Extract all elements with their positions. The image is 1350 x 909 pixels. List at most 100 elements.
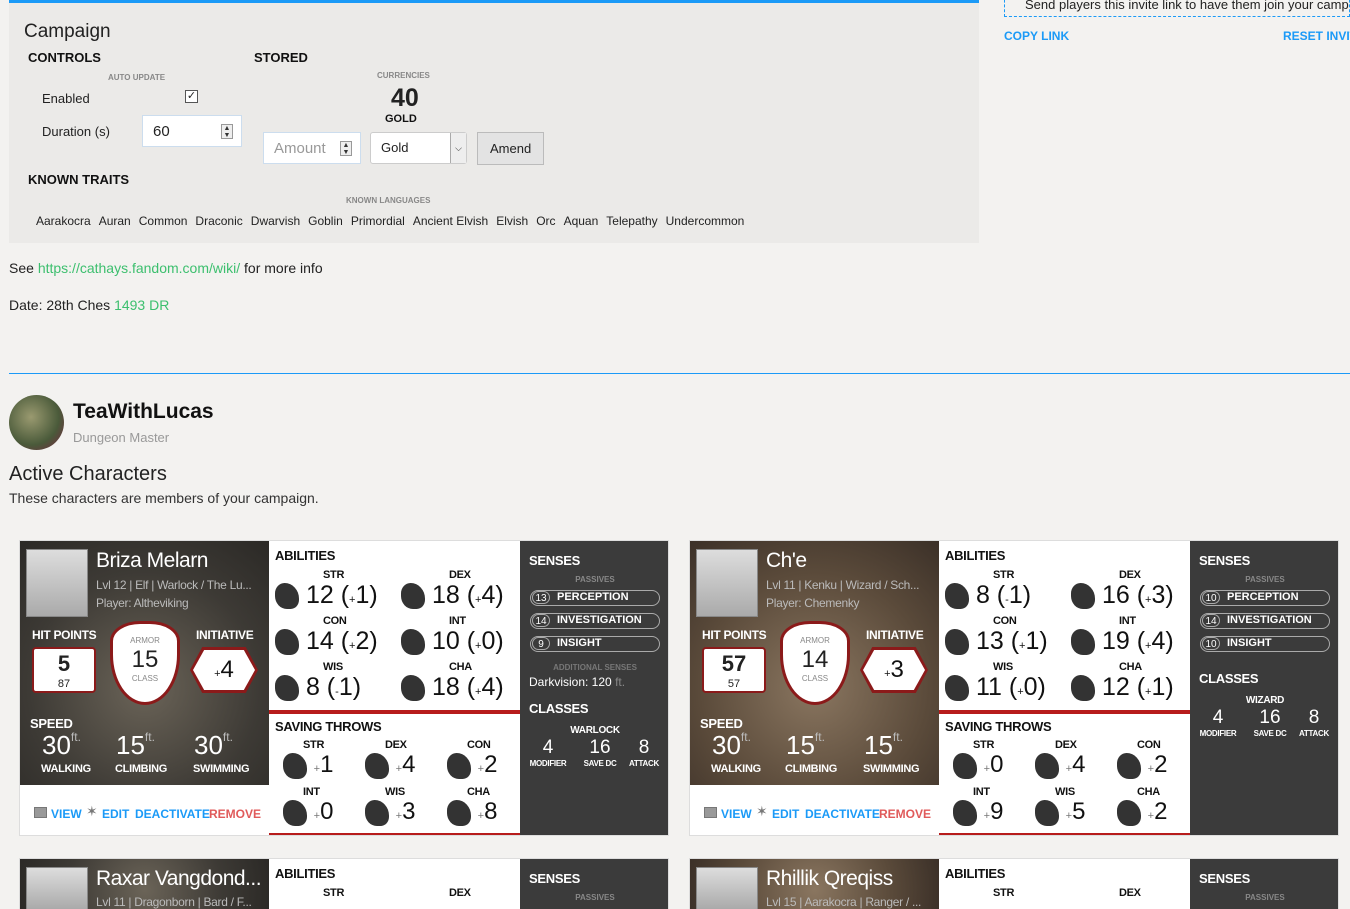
save-wis[interactable]: +3 <box>365 798 415 826</box>
remove-button[interactable]: REMOVE <box>879 807 931 821</box>
abilities-panel: ABILITIES STR DEX <box>939 859 1190 909</box>
ability-score: 8 <box>305 673 320 701</box>
bull-icon <box>275 583 299 610</box>
save-cha[interactable]: +2 <box>1117 798 1167 826</box>
passive-label: INSIGHT <box>1227 637 1272 649</box>
save-wis[interactable]: +5 <box>1035 798 1085 826</box>
character-name[interactable]: Ch'e <box>766 549 807 573</box>
ability-con[interactable]: 13 (+1) <box>945 627 1048 656</box>
reset-invite-button[interactable]: RESET INVITE <box>1283 29 1350 43</box>
abilities-panel: ABILITIES STR 12 (+1) DEX 18 (+4) CON 14 (+… <box>269 541 520 835</box>
language-item: Elvish <box>496 214 529 228</box>
speed-unit: ft. <box>144 730 155 744</box>
ability-str[interactable]: 12 (+1) <box>275 581 378 610</box>
view-button[interactable]: VIEW <box>721 807 752 821</box>
save-cha[interactable]: +8 <box>447 798 497 826</box>
passive-insight: 10 INSIGHT <box>1200 636 1330 652</box>
character-name[interactable]: Briza Melarn <box>96 549 208 573</box>
spinner-icon[interactable]: ▲ ▼ <box>221 124 233 139</box>
fox-icon <box>401 629 425 656</box>
deactivate-button[interactable]: DEACTIVATE <box>805 807 880 821</box>
eagle-icon <box>1117 799 1141 826</box>
passive-value: 9 <box>532 637 550 650</box>
hp-current: 57 <box>721 651 747 676</box>
ability-str[interactable]: 8 (-1) <box>945 581 1031 610</box>
edit-icon: ✶ <box>86 803 98 819</box>
save-dex[interactable]: +4 <box>365 751 415 779</box>
save-dex[interactable]: +4 <box>1035 751 1085 779</box>
character-name[interactable]: Raxar Vangdond... <box>96 867 262 891</box>
ability-cha[interactable]: 18 (+4) <box>401 673 504 702</box>
character-name[interactable]: Rhillik Qreqiss <box>766 867 893 891</box>
save-cha-label: CHA <box>1137 786 1160 798</box>
character-portrait <box>26 867 88 909</box>
passive-value: 10 <box>1202 591 1220 604</box>
ability-score: 12 <box>305 581 334 609</box>
class-savedc-label: SAVE DC <box>1253 729 1287 738</box>
owl-icon <box>945 675 969 702</box>
ability-wis[interactable]: 8 (-1) <box>275 673 361 702</box>
hit-points-box[interactable]: 5 87 <box>32 647 96 693</box>
currency-select[interactable]: Gold ⌵ <box>370 132 467 164</box>
language-item: Aarakocra <box>36 214 91 228</box>
senses-panel: SENSES PASSIVES 13 PERCEPTION 14 INVESTIGATIO… <box>520 541 668 835</box>
hp-label: HIT POINTS <box>702 628 767 642</box>
ability-dex[interactable]: 18 (+4) <box>401 581 504 610</box>
currency-name: GOLD <box>385 113 417 125</box>
initiative-number: 4 <box>220 656 234 683</box>
save-int[interactable]: +0 <box>283 798 333 826</box>
edit-icon: ✶ <box>756 803 768 819</box>
duration-input[interactable]: 60 ▲ ▼ <box>142 115 242 147</box>
amount-input[interactable]: Amount ▲ ▼ <box>263 132 361 164</box>
class-attack-label: ATTACK <box>1299 729 1329 738</box>
view-button[interactable]: VIEW <box>51 807 82 821</box>
wiki-link[interactable]: https://cathays.fandom.com/wiki/ <box>38 260 240 276</box>
save-con[interactable]: +2 <box>447 751 497 779</box>
owl-icon <box>1035 799 1059 826</box>
initiative-box[interactable]: +4 <box>190 647 258 693</box>
ability-wis-label: WIS <box>993 661 1013 673</box>
ability-dex[interactable]: 16 (+3) <box>1071 581 1174 610</box>
enabled-checkbox[interactable]: ✓ <box>185 90 198 103</box>
ability-cha[interactable]: 12 (+1) <box>1071 673 1174 702</box>
date-year: 1493 DR <box>114 297 170 313</box>
initiative-number: 3 <box>890 656 904 683</box>
ability-modifier: 1 <box>1025 627 1040 655</box>
ability-modifier: 1 <box>1151 673 1166 701</box>
senses-heading: SENSES <box>1199 553 1250 568</box>
card-actions: VIEW ✶ EDIT DEACTIVATE REMOVE <box>690 785 939 835</box>
class-modifier: 4 <box>542 737 554 758</box>
ability-str-label: STR <box>993 887 1015 899</box>
save-con[interactable]: +2 <box>1117 751 1167 779</box>
class-savedc-label: SAVE DC <box>583 759 617 768</box>
save-int[interactable]: +9 <box>953 798 1003 826</box>
deactivate-button[interactable]: DEACTIVATE <box>135 807 210 821</box>
class-modifier-label: MODIFIER <box>1199 729 1237 738</box>
remove-button[interactable]: REMOVE <box>209 807 261 821</box>
invite-text: Send players this invite link to have th… <box>1025 0 1350 12</box>
edit-button[interactable]: EDIT <box>102 807 129 821</box>
copy-link-button[interactable]: COPY LINK <box>1004 29 1069 43</box>
speed-value: 30 <box>42 730 71 760</box>
passive-value: 10 <box>1202 637 1220 650</box>
passives-label: PASSIVES <box>575 893 615 902</box>
hit-points-box[interactable]: 57 57 <box>702 647 766 693</box>
ability-score: 11 <box>975 673 1002 701</box>
ability-int[interactable]: 19 (+4) <box>1071 627 1174 656</box>
initiative-label: INITIATIVE <box>866 628 924 642</box>
initiative-label: INITIATIVE <box>196 628 254 642</box>
save-str[interactable]: +0 <box>953 751 1003 779</box>
ability-con[interactable]: 14 (+2) <box>275 627 378 656</box>
amend-button[interactable]: Amend <box>477 132 545 165</box>
view-icon <box>704 807 717 818</box>
initiative-box[interactable]: +3 <box>860 647 928 693</box>
eagle-icon <box>401 675 425 702</box>
eagle-icon <box>1071 675 1095 702</box>
edit-button[interactable]: EDIT <box>772 807 799 821</box>
abilities-heading: ABILITIES <box>275 548 336 563</box>
ability-wis[interactable]: 11 (+0) <box>945 673 1046 702</box>
bear-icon <box>945 629 969 656</box>
save-str[interactable]: +1 <box>283 751 333 779</box>
spinner-icon[interactable]: ▲ ▼ <box>340 141 352 156</box>
ability-int[interactable]: 10 (+0) <box>401 627 504 656</box>
